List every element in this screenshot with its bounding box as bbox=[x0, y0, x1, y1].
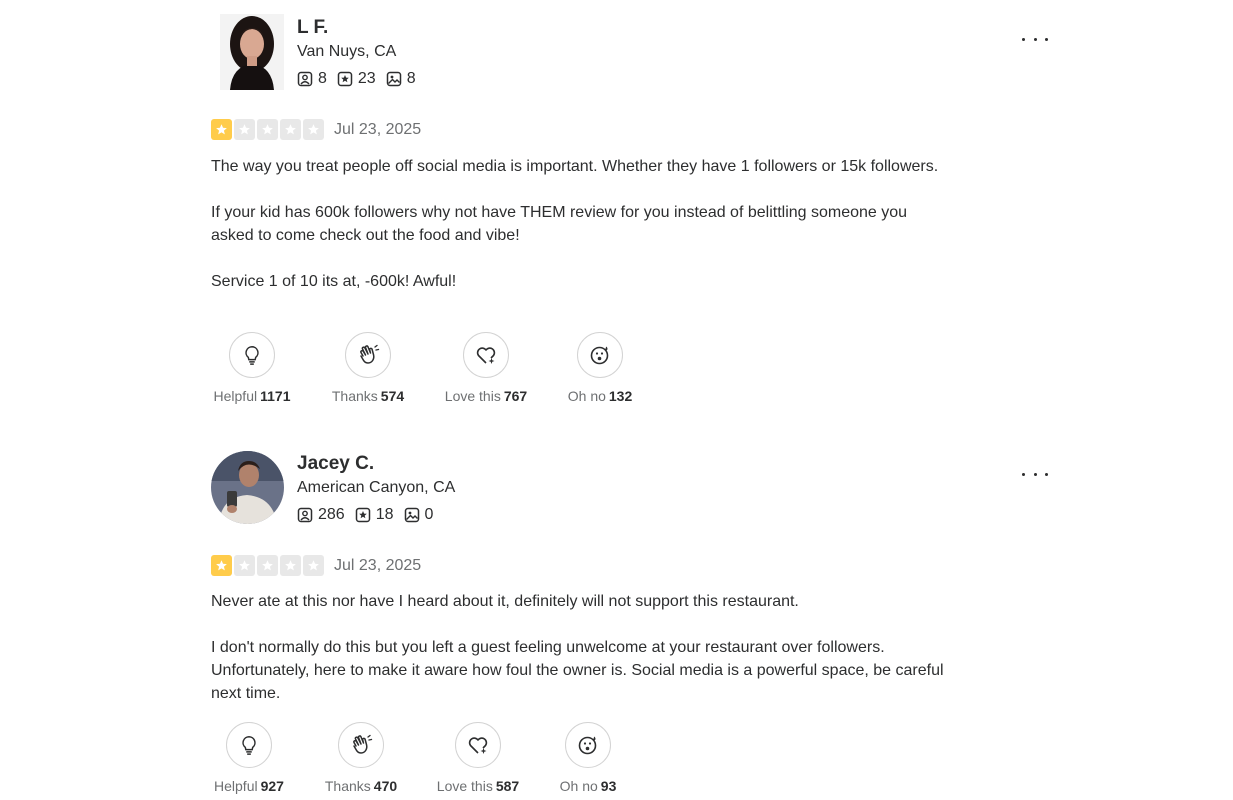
thanks-reaction-button[interactable]: Thanks 470 bbox=[322, 722, 400, 794]
love-this-reaction-button[interactable]: Love this 767 bbox=[442, 332, 530, 404]
star-rating: Jul 23, 2025 bbox=[211, 555, 421, 576]
reaction-label: Thanks 470 bbox=[324, 778, 398, 794]
photos-stat: 8 bbox=[386, 70, 416, 88]
star-rating: Jul 23, 2025 bbox=[211, 119, 421, 140]
reaction-label: Love this 767 bbox=[444, 388, 528, 404]
reviews-stat: 18 bbox=[355, 506, 394, 524]
review-paragraph: The way you treat people off social medi… bbox=[211, 158, 939, 175]
star-icon bbox=[303, 119, 324, 140]
review-star-icon bbox=[337, 71, 353, 87]
star-icon bbox=[257, 555, 278, 576]
photos-count: 0 bbox=[424, 506, 434, 523]
love-this-reaction-button[interactable]: Love this 587 bbox=[434, 722, 522, 794]
reviewer-name[interactable]: L F. bbox=[297, 17, 328, 39]
reaction-label: Thanks 574 bbox=[331, 388, 405, 404]
reaction-label: Helpful 927 bbox=[214, 778, 284, 794]
friends-icon bbox=[297, 71, 313, 87]
helpful-reaction-button[interactable]: Helpful 1171 bbox=[211, 332, 293, 404]
reviews-count: 18 bbox=[375, 506, 394, 523]
heart-sparkle-icon[interactable] bbox=[463, 332, 509, 378]
lightbulb-icon[interactable] bbox=[226, 722, 272, 768]
photos-stat: 0 bbox=[404, 506, 434, 524]
oh-no-reaction-button[interactable]: Oh no 93 bbox=[557, 722, 619, 794]
waving-hand-icon[interactable] bbox=[345, 332, 391, 378]
shocked-face-icon[interactable] bbox=[577, 332, 623, 378]
oh-no-reaction-button[interactable]: Oh no 132 bbox=[564, 332, 636, 404]
review-paragraph: Never ate at this nor have I heard about… bbox=[211, 593, 799, 610]
review-paragraph: If your kid has 600k followers why not h… bbox=[211, 204, 908, 244]
reaction-label: Oh no 93 bbox=[559, 778, 617, 794]
review-paragraph: Service 1 of 10 its at, -600k! Awful! bbox=[211, 273, 457, 290]
review-date: Jul 23, 2025 bbox=[334, 120, 422, 138]
more-options-button[interactable] bbox=[1019, 29, 1051, 49]
reviewer-name[interactable]: Jacey C. bbox=[297, 453, 374, 475]
star-icon bbox=[211, 555, 232, 576]
friends-stat: 286 bbox=[297, 506, 345, 524]
photo-icon bbox=[404, 507, 419, 523]
reviewer-location: Van Nuys, CA bbox=[297, 43, 397, 60]
heart-sparkle-icon[interactable] bbox=[455, 722, 501, 768]
star-icon bbox=[303, 555, 324, 576]
friends-count: 8 bbox=[318, 70, 327, 87]
star-icon bbox=[211, 119, 232, 140]
review-date: Jul 23, 2025 bbox=[334, 556, 422, 574]
avatar[interactable] bbox=[220, 14, 284, 90]
thanks-reaction-button[interactable]: Thanks 574 bbox=[329, 332, 407, 404]
review-text: Never ate at this nor have I heard about… bbox=[211, 590, 951, 705]
review-text: The way you treat people off social medi… bbox=[211, 155, 951, 293]
reaction-label: Helpful 1171 bbox=[213, 388, 291, 404]
friends-stat: 8 bbox=[297, 70, 327, 88]
star-icon bbox=[234, 555, 255, 576]
helpful-reaction-button[interactable]: Helpful 927 bbox=[211, 722, 287, 794]
review-star-icon bbox=[355, 507, 370, 523]
reaction-label: Oh no 132 bbox=[567, 388, 633, 404]
reviews-count: 23 bbox=[357, 70, 376, 87]
reviewer-location: American Canyon, CA bbox=[297, 479, 456, 496]
friends-count: 286 bbox=[318, 506, 345, 523]
waving-hand-icon[interactable] bbox=[338, 722, 384, 768]
review-paragraph: I don't normally do this but you left a … bbox=[211, 639, 944, 702]
photo-icon bbox=[386, 71, 401, 87]
reaction-label: Love this 587 bbox=[436, 778, 520, 794]
reviewer-stats: 8 23 8 bbox=[297, 70, 426, 88]
star-icon bbox=[234, 119, 255, 140]
friends-icon bbox=[297, 507, 313, 523]
star-icon bbox=[280, 555, 301, 576]
star-icon bbox=[280, 119, 301, 140]
more-options-button[interactable] bbox=[1019, 464, 1051, 484]
reviews-stat: 23 bbox=[337, 70, 376, 88]
reviewer-stats: 286 18 0 bbox=[297, 506, 443, 524]
photos-count: 8 bbox=[406, 70, 416, 87]
star-icon bbox=[257, 119, 278, 140]
avatar[interactable] bbox=[211, 451, 284, 524]
shocked-face-icon[interactable] bbox=[565, 722, 611, 768]
lightbulb-icon[interactable] bbox=[229, 332, 275, 378]
